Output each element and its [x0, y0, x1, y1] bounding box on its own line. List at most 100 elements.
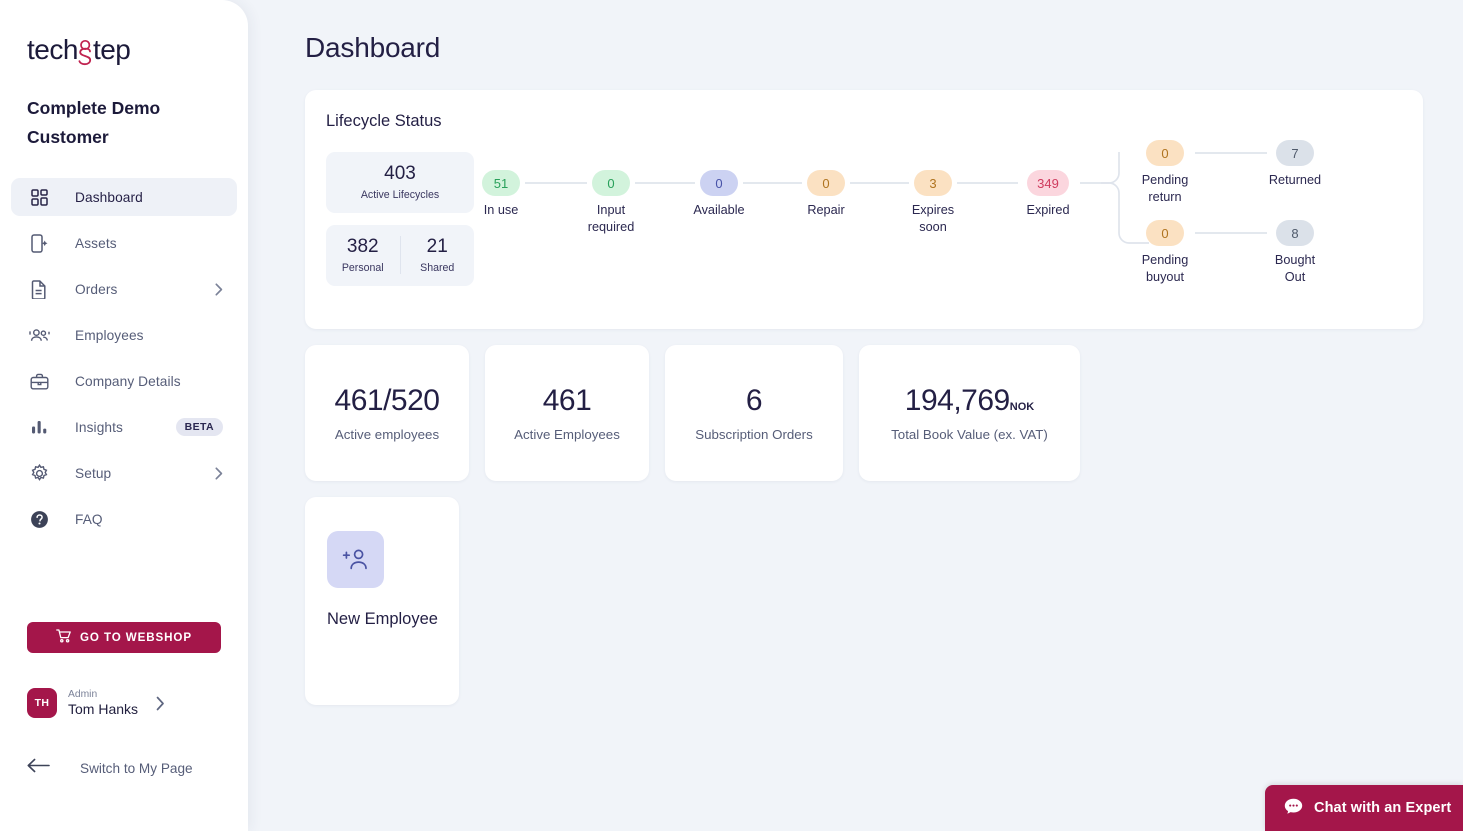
switch-to-my-page-label: Switch to My Page: [80, 760, 193, 776]
logo-text-post: tep: [92, 34, 131, 65]
sidebar-item-employees[interactable]: Employees: [11, 316, 237, 354]
sidebar-item-company-details[interactable]: Company Details: [11, 362, 237, 400]
stat-label: Active employees: [334, 427, 440, 442]
user-role: Admin: [68, 688, 98, 700]
sidebar-item-label: Setup: [75, 465, 112, 481]
insights-beta-badge: BETA: [175, 418, 223, 436]
personal-shared-box: 382 Personal 21 Shared: [326, 225, 474, 286]
page-title: Dashboard: [305, 32, 441, 63]
stat-value: 194,769: [904, 384, 1010, 417]
lifecycle-node-expired[interactable]: 349 Expired: [993, 170, 1103, 219]
bar-chart-icon: [27, 415, 51, 439]
cart-icon: [56, 629, 71, 646]
webshop-button-label: GO TO WEBSHOP: [80, 631, 192, 644]
node-count: 7: [1276, 140, 1314, 166]
lifecycle-node-expires-soon[interactable]: 3 Expires soon: [878, 170, 988, 236]
stat-card-active-employees[interactable]: 461 Active Employees: [485, 345, 649, 481]
stat-card-total-book-value[interactable]: 194,769NOK Total Book Value (ex. VAT): [859, 345, 1080, 481]
sidebar-item-label: Employees: [75, 327, 144, 343]
node-label: Pending buyout: [1141, 253, 1189, 284]
personal-label: Personal: [341, 262, 384, 274]
sidebar-item-assets[interactable]: Assets: [11, 224, 237, 262]
chevron-right-icon: [215, 282, 223, 296]
sidebar-item-orders[interactable]: Orders: [11, 270, 237, 308]
lifecycle-status-card: Lifecycle Status 403 Active Lifecycles 3…: [305, 90, 1423, 329]
personal-stat: 382 Personal: [326, 236, 400, 274]
gear-icon: [27, 461, 51, 485]
shared-value: 21: [426, 236, 448, 257]
help-icon: [27, 507, 51, 531]
stat-label: Total Book Value (ex. VAT): [891, 427, 1048, 442]
stat-cards-row: 461/520 Active employees 461 Active Empl…: [305, 345, 1423, 481]
node-label: Bought Out: [1274, 253, 1316, 284]
shared-stat: 21 Shared: [399, 236, 475, 274]
dashboard-app: tech tep Complete Demo Customer Dashboar…: [0, 0, 1463, 831]
stat-value-wrapper: 194,769NOK: [905, 384, 1034, 418]
organization-name: Complete Demo Customer: [27, 98, 161, 147]
node-label: Input required: [587, 203, 635, 234]
user-account-row[interactable]: TH Admin Tom Hanks: [27, 688, 165, 718]
lifecycle-pipeline: 51 In use 0 Input required 0 Available 0…: [482, 140, 1463, 312]
sidebar-item-label: Dashboard: [75, 189, 143, 205]
node-label: Repair: [807, 203, 845, 217]
chat-widget-label: Chat with an Expert: [1314, 800, 1452, 816]
shared-label: Shared: [420, 262, 455, 274]
user-name: Tom Hanks: [68, 701, 139, 718]
node-count: 51: [482, 170, 520, 196]
briefcase-icon: [27, 369, 51, 393]
stat-card-active-employees-ratio[interactable]: 461/520 Active employees: [305, 345, 469, 481]
chat-with-expert-widget[interactable]: Chat with an Expert: [1265, 785, 1463, 831]
node-count: 8: [1276, 220, 1314, 246]
node-count: 0: [592, 170, 630, 196]
lifecycle-node-in-use[interactable]: 51 In use: [446, 170, 556, 219]
lifecycle-node-input-required[interactable]: 0 Input required: [556, 170, 666, 236]
sidebar-item-label: FAQ: [75, 511, 103, 527]
stat-value: 461: [542, 384, 592, 417]
node-count: 0: [700, 170, 738, 196]
chevron-right-icon: [215, 466, 223, 480]
person-add-icon: [327, 531, 384, 588]
action-card-label: New Employee: [327, 610, 438, 628]
logo-text-pre: tech: [27, 34, 78, 65]
node-count: 0: [1146, 140, 1184, 166]
stat-unit: NOK: [1009, 401, 1035, 413]
lifecycle-node-repair[interactable]: 0 Repair: [771, 170, 881, 219]
user-meta: Admin Tom Hanks: [68, 689, 138, 718]
stat-card-subscription-orders[interactable]: 6 Subscription Orders: [665, 345, 843, 481]
avatar: TH: [27, 688, 57, 718]
sidebar-item-dashboard[interactable]: Dashboard: [11, 178, 237, 216]
quick-actions-row: New Employee: [305, 497, 1423, 705]
sidebar: tech tep Complete Demo Customer Dashboar…: [0, 0, 248, 831]
sidebar-item-label: Orders: [75, 281, 118, 297]
arrow-left-icon: [27, 758, 50, 778]
stat-label: Subscription Orders: [695, 427, 813, 442]
node-label: Returned: [1268, 173, 1322, 187]
lifecycle-node-returned[interactable]: 7 Returned: [1240, 140, 1350, 189]
lifecycle-node-available[interactable]: 0 Available: [664, 170, 774, 219]
stat-value: 461/520: [334, 384, 440, 417]
personal-value: 382: [346, 236, 379, 257]
brand-logo[interactable]: tech tep: [27, 34, 248, 66]
sidebar-item-label: Insights: [75, 419, 123, 435]
lifecycle-node-bought-out[interactable]: 8 Bought Out: [1240, 220, 1350, 286]
node-count: 0: [1146, 220, 1184, 246]
chevron-right-icon: [156, 696, 165, 711]
lifecycle-node-pending-return[interactable]: 0 Pending return: [1110, 140, 1220, 206]
grid-icon: [27, 185, 51, 209]
switch-to-my-page-link[interactable]: Switch to My Page: [27, 758, 193, 778]
main-content: Dashboard Lifecycle Status 403 Active Li…: [248, 0, 1463, 831]
sidebar-item-label: Company Details: [75, 373, 181, 389]
stat-label: Active Employees: [514, 427, 620, 442]
go-to-webshop-button[interactable]: GO TO WEBSHOP: [27, 622, 221, 653]
sidebar-item-label: Assets: [75, 235, 117, 251]
sidebar-item-faq[interactable]: FAQ: [11, 500, 237, 538]
node-count: 349: [1027, 170, 1069, 196]
sidebar-item-setup[interactable]: Setup: [11, 454, 237, 492]
sidebar-item-insights[interactable]: Insights BETA: [11, 408, 237, 446]
action-card-new-employee[interactable]: New Employee: [305, 497, 459, 705]
node-label: In use: [483, 203, 519, 217]
node-label: Expired: [1026, 203, 1070, 217]
lifecycle-node-pending-buyout[interactable]: 0 Pending buyout: [1110, 220, 1220, 286]
node-count: 0: [807, 170, 845, 196]
lifecycle-status-title: Lifecycle Status: [326, 112, 442, 130]
